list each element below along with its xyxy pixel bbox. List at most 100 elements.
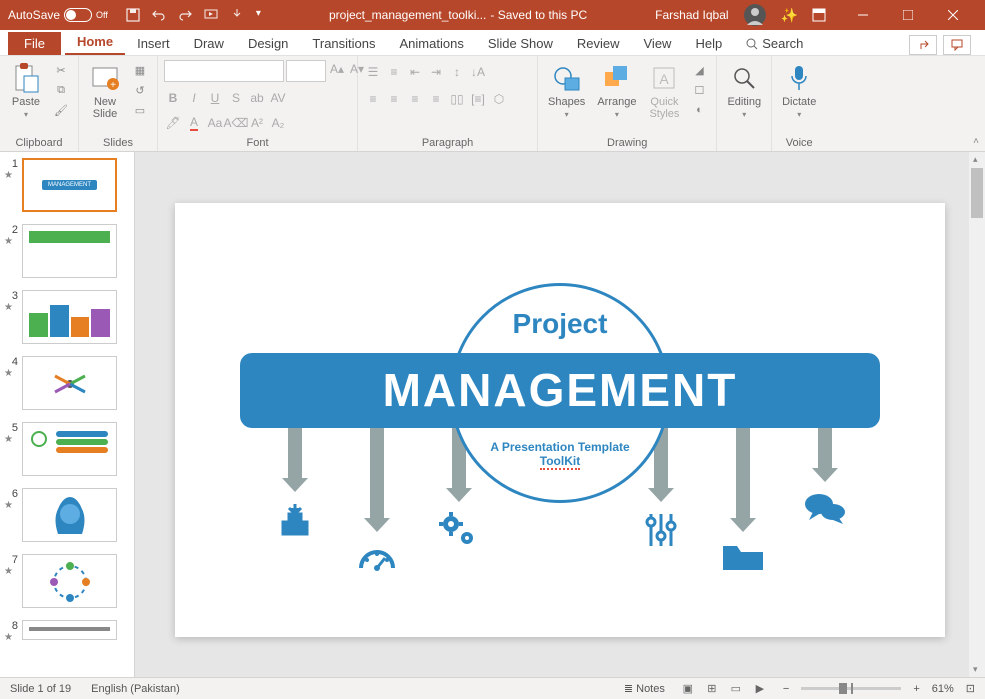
zoom-out-button[interactable]: − xyxy=(783,683,789,695)
shape-outline-icon[interactable]: ☐ xyxy=(690,82,708,98)
avatar[interactable] xyxy=(743,3,767,27)
reading-view-icon[interactable]: ▭ xyxy=(725,680,747,698)
notes-button[interactable]: ≣ Notes xyxy=(624,682,665,695)
tab-home[interactable]: Home xyxy=(65,30,125,55)
tab-file[interactable]: File xyxy=(8,32,61,55)
tab-design[interactable]: Design xyxy=(236,32,300,55)
cut-icon[interactable]: ✂ xyxy=(52,62,70,78)
arrange-button[interactable]: Arrange▾ xyxy=(593,60,640,121)
bold-icon[interactable]: B xyxy=(164,89,182,107)
zoom-slider[interactable] xyxy=(801,687,901,690)
bullets-icon[interactable]: ☰ xyxy=(364,63,382,81)
clear-format-icon[interactable]: A⌫ xyxy=(227,114,245,132)
collapse-ribbon-icon[interactable]: ˄ xyxy=(973,136,979,147)
numbering-icon[interactable]: ≡ xyxy=(385,63,403,81)
font-color-icon[interactable]: A xyxy=(185,114,203,132)
reset-icon[interactable]: ↺ xyxy=(131,82,149,98)
change-case-icon[interactable]: Aa xyxy=(206,114,224,132)
zoom-level[interactable]: 61% xyxy=(932,683,954,695)
zoom-in-button[interactable]: + xyxy=(913,683,919,695)
tab-slideshow[interactable]: Slide Show xyxy=(476,32,565,55)
tab-animations[interactable]: Animations xyxy=(388,32,476,55)
columns-icon[interactable]: ▯▯ xyxy=(448,90,466,108)
save-icon[interactable] xyxy=(126,8,140,22)
indent-increase-icon[interactable]: ⇥ xyxy=(427,63,445,81)
tab-review[interactable]: Review xyxy=(565,32,632,55)
tab-help[interactable]: Help xyxy=(683,32,734,55)
slide-thumbnails-panel[interactable]: 1★ MANAGEMENT 2★ 3★ 4★ 5★ 6★ 7★ 8★ xyxy=(0,152,135,677)
align-center-icon[interactable]: ≡ xyxy=(385,90,403,108)
comments-button[interactable] xyxy=(943,35,971,55)
thumbnail-6[interactable]: 6★ xyxy=(4,488,130,542)
minimize-button[interactable] xyxy=(840,0,885,30)
line-spacing-icon[interactable]: ↕ xyxy=(448,63,466,81)
indent-decrease-icon[interactable]: ⇤ xyxy=(406,63,424,81)
dictate-button[interactable]: Dictate▾ xyxy=(778,60,820,121)
touch-mode-icon[interactable] xyxy=(230,8,244,22)
close-button[interactable] xyxy=(930,0,975,30)
slide-counter[interactable]: Slide 1 of 19 xyxy=(10,683,71,695)
tab-search[interactable]: Search xyxy=(734,32,815,55)
upgrade-icon[interactable]: ✨ xyxy=(781,7,798,24)
slideshow-start-icon[interactable] xyxy=(204,8,218,22)
thumbnail-1[interactable]: 1★ MANAGEMENT xyxy=(4,158,130,212)
scroll-up-icon[interactable]: ▴ xyxy=(973,154,978,165)
vertical-scrollbar[interactable]: ▴ ▾ xyxy=(969,152,985,677)
highlight-icon[interactable]: 🖊 xyxy=(164,114,182,132)
tab-view[interactable]: View xyxy=(632,32,684,55)
italic-icon[interactable]: I xyxy=(185,89,203,107)
qat-more-icon[interactable]: ▾ xyxy=(256,8,261,22)
format-painter-icon[interactable]: 🖌 xyxy=(52,102,70,118)
shape-effects-icon[interactable]: ◐ xyxy=(690,102,708,118)
scroll-thumb[interactable] xyxy=(971,168,983,218)
thumbnail-7[interactable]: 7★ xyxy=(4,554,130,608)
strike-icon[interactable]: S xyxy=(227,89,245,107)
increase-font-icon[interactable]: A▴ xyxy=(328,60,346,78)
copy-icon[interactable]: ⧉ xyxy=(52,82,70,98)
font-size-combo[interactable] xyxy=(286,60,326,82)
thumbnail-5[interactable]: 5★ xyxy=(4,422,130,476)
tab-transitions[interactable]: Transitions xyxy=(300,32,387,55)
shape-fill-icon[interactable]: ◢ xyxy=(690,62,708,78)
align-right-icon[interactable]: ≡ xyxy=(406,90,424,108)
justify-icon[interactable]: ≡ xyxy=(427,90,445,108)
thumbnail-8[interactable]: 8★ xyxy=(4,620,130,643)
shapes-button[interactable]: Shapes▾ xyxy=(544,60,589,121)
fit-window-icon[interactable]: ⊡ xyxy=(966,682,975,695)
font-family-combo[interactable] xyxy=(164,60,284,82)
scroll-down-icon[interactable]: ▾ xyxy=(973,664,978,675)
layout-icon[interactable]: ▦ xyxy=(131,62,149,78)
shadow-icon[interactable]: ab xyxy=(248,89,266,107)
slide-editor[interactable]: Project A Presentation Template ToolKit … xyxy=(135,152,985,677)
thumbnail-3[interactable]: 3★ xyxy=(4,290,130,344)
autosave-toggle[interactable]: AutoSave Off xyxy=(0,8,116,22)
quick-styles-button[interactable]: A Quick Styles xyxy=(644,60,684,122)
tab-insert[interactable]: Insert xyxy=(125,32,182,55)
ribbon-display-icon[interactable] xyxy=(812,8,826,22)
text-direction-icon[interactable]: ↓A xyxy=(469,63,487,81)
smartart-icon[interactable]: ⬡ xyxy=(490,90,508,108)
underline-icon[interactable]: U xyxy=(206,89,224,107)
sorter-view-icon[interactable]: ⊞ xyxy=(701,680,723,698)
user-name[interactable]: Farshad Iqbal xyxy=(655,8,728,22)
align-left-icon[interactable]: ≡ xyxy=(364,90,382,108)
normal-view-icon[interactable]: ▣ xyxy=(677,680,699,698)
language-indicator[interactable]: English (Pakistan) xyxy=(91,683,180,695)
share-button[interactable] xyxy=(909,35,937,55)
thumbnail-4[interactable]: 4★ xyxy=(4,356,130,410)
align-text-icon[interactable]: [≡] xyxy=(469,90,487,108)
maximize-button[interactable] xyxy=(885,0,930,30)
paste-button[interactable]: Paste ▾ xyxy=(6,60,46,121)
subscript-icon[interactable]: A₂ xyxy=(269,114,287,132)
slide-canvas[interactable]: Project A Presentation Template ToolKit … xyxy=(175,203,945,637)
superscript-icon[interactable]: A² xyxy=(248,114,266,132)
redo-icon[interactable] xyxy=(178,8,192,22)
thumbnail-2[interactable]: 2★ xyxy=(4,224,130,278)
editing-button[interactable]: Editing▾ xyxy=(723,60,765,121)
slideshow-view-icon[interactable]: ▶ xyxy=(749,680,771,698)
undo-icon[interactable] xyxy=(152,8,166,22)
section-icon[interactable]: ▭ xyxy=(131,102,149,118)
new-slide-button[interactable]: + New Slide xyxy=(85,60,125,122)
spacing-icon[interactable]: AV xyxy=(269,89,287,107)
tab-draw[interactable]: Draw xyxy=(182,32,236,55)
